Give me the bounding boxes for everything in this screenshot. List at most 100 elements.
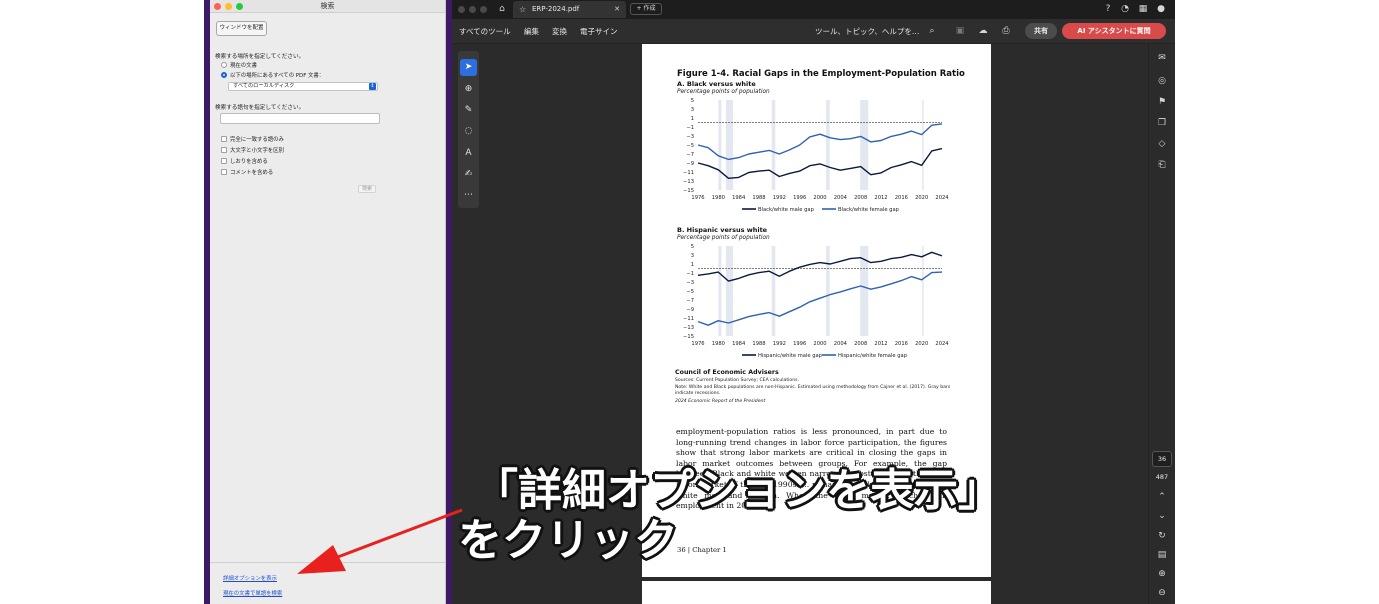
panel-a-unit-label: Percentage points of population	[677, 89, 770, 95]
zoom-out-icon[interactable]: ⊖	[1154, 586, 1170, 600]
radio-all-pdfs-label: 以下の場所にあるすべての PDF 文書：	[230, 73, 325, 79]
tab-title: ERP-2024.pdf	[532, 5, 580, 13]
menu-edit[interactable]: 編集	[524, 26, 539, 37]
chevron-up-icon[interactable]: ⌃	[1154, 490, 1170, 504]
star-icon[interactable]: ☆	[519, 1, 526, 18]
checkbox-include-bookmarks[interactable]: しおりを含める	[221, 157, 268, 165]
x-tick-label: 1984	[732, 341, 746, 347]
menu-convert[interactable]: 変換	[552, 26, 567, 37]
acrobat-zoom-button[interactable]	[480, 6, 487, 13]
panel-a-title: A. Black versus white	[677, 80, 756, 88]
checkbox-case-sensitive[interactable]: 大文字と小文字を区別	[221, 146, 284, 154]
page-view-icon[interactable]: ▤	[1154, 548, 1170, 562]
page-folio: 36 | Chapter 1	[677, 546, 727, 554]
radio-all-pdfs[interactable]: 以下の場所にあるすべての PDF 文書：	[221, 71, 324, 79]
right-side-rail: ✉ ◎ ⚑ ❐ ◇ ⎗ 36 487 ⌃ ⌄ ↻ ▤ ⊕ ⊖	[1148, 44, 1175, 604]
x-tick-label: 2024	[935, 195, 949, 201]
search-words-input[interactable]	[220, 113, 380, 124]
y-tick-label: 3	[691, 107, 694, 113]
tab-bar: ⌂ ☆ ERP-2024.pdf ✕ + 作成 ? ◔ ▦ ●	[452, 0, 1175, 19]
save-icon[interactable]: ▣	[954, 26, 966, 36]
recession-bar	[718, 100, 722, 190]
arrange-windows-button[interactable]: ウィンドウを配置	[216, 21, 267, 36]
x-tick-label: 1988	[752, 341, 765, 347]
checkbox-whole-words-label: 完全に一致する語のみ	[230, 137, 284, 143]
attachment-icon[interactable]: ⎗	[1154, 158, 1170, 172]
bell-icon[interactable]: ◔	[1119, 4, 1131, 14]
series-line	[697, 251, 943, 282]
x-tick-label: 1992	[773, 195, 786, 201]
y-tick-label: −15	[683, 188, 694, 194]
home-icon[interactable]: ⌂	[496, 4, 508, 14]
menu-all-tools[interactable]: すべてのツール	[459, 26, 511, 37]
ai-summary-icon[interactable]: ◎	[1154, 74, 1170, 88]
bookmark-icon[interactable]: ⚑	[1154, 95, 1170, 109]
select-cursor-icon[interactable]: ➤	[460, 59, 477, 76]
checkbox-whole-words-control[interactable]	[221, 136, 227, 142]
search-panel-divider	[210, 562, 445, 563]
x-tick-label: 2012	[874, 341, 887, 347]
zoom-tool-icon[interactable]: ⊕	[460, 81, 477, 98]
source-organization: Council of Economic Advisers	[675, 369, 779, 376]
plus-icon: +	[636, 5, 642, 12]
checkbox-whole-words[interactable]: 完全に一致する語のみ	[221, 135, 284, 143]
menu-e-sign[interactable]: 電子サイン	[580, 26, 618, 37]
upload-cloud-icon[interactable]: ☁	[977, 26, 989, 36]
current-page-input[interactable]: 36	[1152, 451, 1172, 467]
y-tick-label: −9	[686, 161, 694, 167]
zoom-in-icon[interactable]: ⊕	[1154, 567, 1170, 581]
draw-sign-icon[interactable]: ✍	[460, 166, 477, 183]
x-tick-label: 2024	[935, 341, 949, 347]
acrobat-minimize-button[interactable]	[469, 6, 476, 13]
checkbox-include-comments[interactable]: コメントを含める	[221, 168, 273, 176]
close-icon[interactable]: ✕	[614, 1, 620, 18]
report-name: 2024 Economic Report of the President	[675, 399, 766, 404]
recession-bar	[922, 246, 924, 336]
y-tick-label: −11	[683, 170, 694, 176]
checkbox-include-comments-control[interactable]	[221, 169, 227, 175]
x-tick-label: 2008	[854, 195, 867, 201]
location-select[interactable]: すべてのローカルディスク ⇕	[228, 82, 378, 91]
search-icon[interactable]: ⌕	[926, 26, 938, 36]
highlight-pen-icon[interactable]: ✎	[460, 102, 477, 119]
print-icon[interactable]: ⎙	[1000, 26, 1012, 36]
menu-bar: すべてのツール 編集 変換 電子サイン ツール、トピック、ヘルプを… ⌕ ▣ ☁…	[452, 19, 1175, 44]
search-button[interactable]: 検索	[358, 185, 376, 193]
search-location-label: 検索する場所を指定してください。	[215, 54, 305, 60]
find-word-in-document-link[interactable]: 現在の文書で単語を検索	[223, 589, 282, 597]
layers-icon[interactable]: ◇	[1154, 137, 1170, 151]
ai-assistant-button[interactable]: AI アシスタントに質問	[1062, 23, 1166, 39]
more-tools-icon[interactable]: ⋯	[460, 187, 477, 204]
x-tick-label: 1976	[691, 195, 704, 201]
radio-current-document-control[interactable]	[221, 62, 227, 68]
help-icon[interactable]: ?	[1102, 4, 1114, 14]
refresh-icon[interactable]: ↻	[1154, 529, 1170, 543]
x-tick-label: 1996	[793, 341, 806, 347]
share-button[interactable]: 共有	[1025, 23, 1057, 39]
new-tab-button[interactable]: + 作成	[630, 3, 662, 15]
tool-search-field[interactable]: ツール、トピック、ヘルプを…	[815, 26, 919, 37]
checkbox-case-sensitive-control[interactable]	[221, 147, 227, 153]
recession-bar	[826, 246, 830, 336]
total-pages: 487	[1155, 473, 1169, 481]
show-advanced-options-link[interactable]: 詳細オプションを表示	[223, 574, 277, 582]
recession-bar	[826, 100, 830, 190]
text-box-icon[interactable]: A	[460, 145, 477, 162]
y-tick-label: −7	[686, 298, 694, 304]
chevron-down-icon[interactable]: ⌄	[1154, 509, 1170, 523]
x-tick-label: 1980	[712, 341, 725, 347]
radio-all-pdfs-control[interactable]	[221, 72, 227, 78]
checkbox-include-bookmarks-control[interactable]	[221, 158, 227, 164]
apps-grid-icon[interactable]: ▦	[1137, 4, 1149, 14]
legend-label: Black/white male gap	[758, 207, 815, 213]
y-tick-label: −3	[686, 280, 694, 286]
comment-icon[interactable]: ✉	[1154, 51, 1170, 65]
acrobat-close-button[interactable]	[458, 6, 465, 13]
tab-erp-2024[interactable]: ☆ ERP-2024.pdf ✕	[513, 1, 626, 18]
radio-current-document[interactable]: 現在の文書	[221, 61, 257, 69]
avatar[interactable]: ●	[1155, 4, 1167, 14]
series-line	[697, 147, 943, 180]
pages-icon[interactable]: ❐	[1154, 116, 1170, 130]
lasso-icon[interactable]: ◌	[460, 123, 477, 140]
panel-b-title: B. Hispanic versus white	[677, 226, 768, 234]
